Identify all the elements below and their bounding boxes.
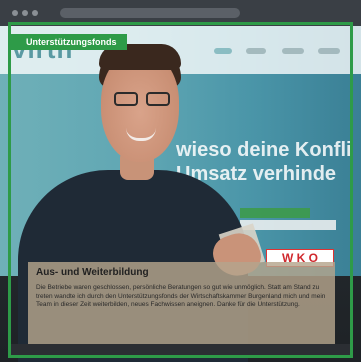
window-dot: [22, 10, 28, 16]
caption-text: Die Betriebe waren geschlossen, persönli…: [36, 284, 326, 309]
caption-box: Aus- und Weiterbildung Die Betriebe ware…: [28, 262, 335, 344]
photo-frame: virth wieso deine Konfli Umsatz verhinde…: [0, 0, 361, 362]
window-dot: [32, 10, 38, 16]
address-bar: [60, 8, 240, 18]
caption-title: Aus- und Weiterbildung: [36, 267, 149, 278]
bottom-bar: [11, 344, 350, 355]
title-tab: Unterstützungsfonds: [8, 34, 127, 50]
window-dot: [12, 10, 18, 16]
